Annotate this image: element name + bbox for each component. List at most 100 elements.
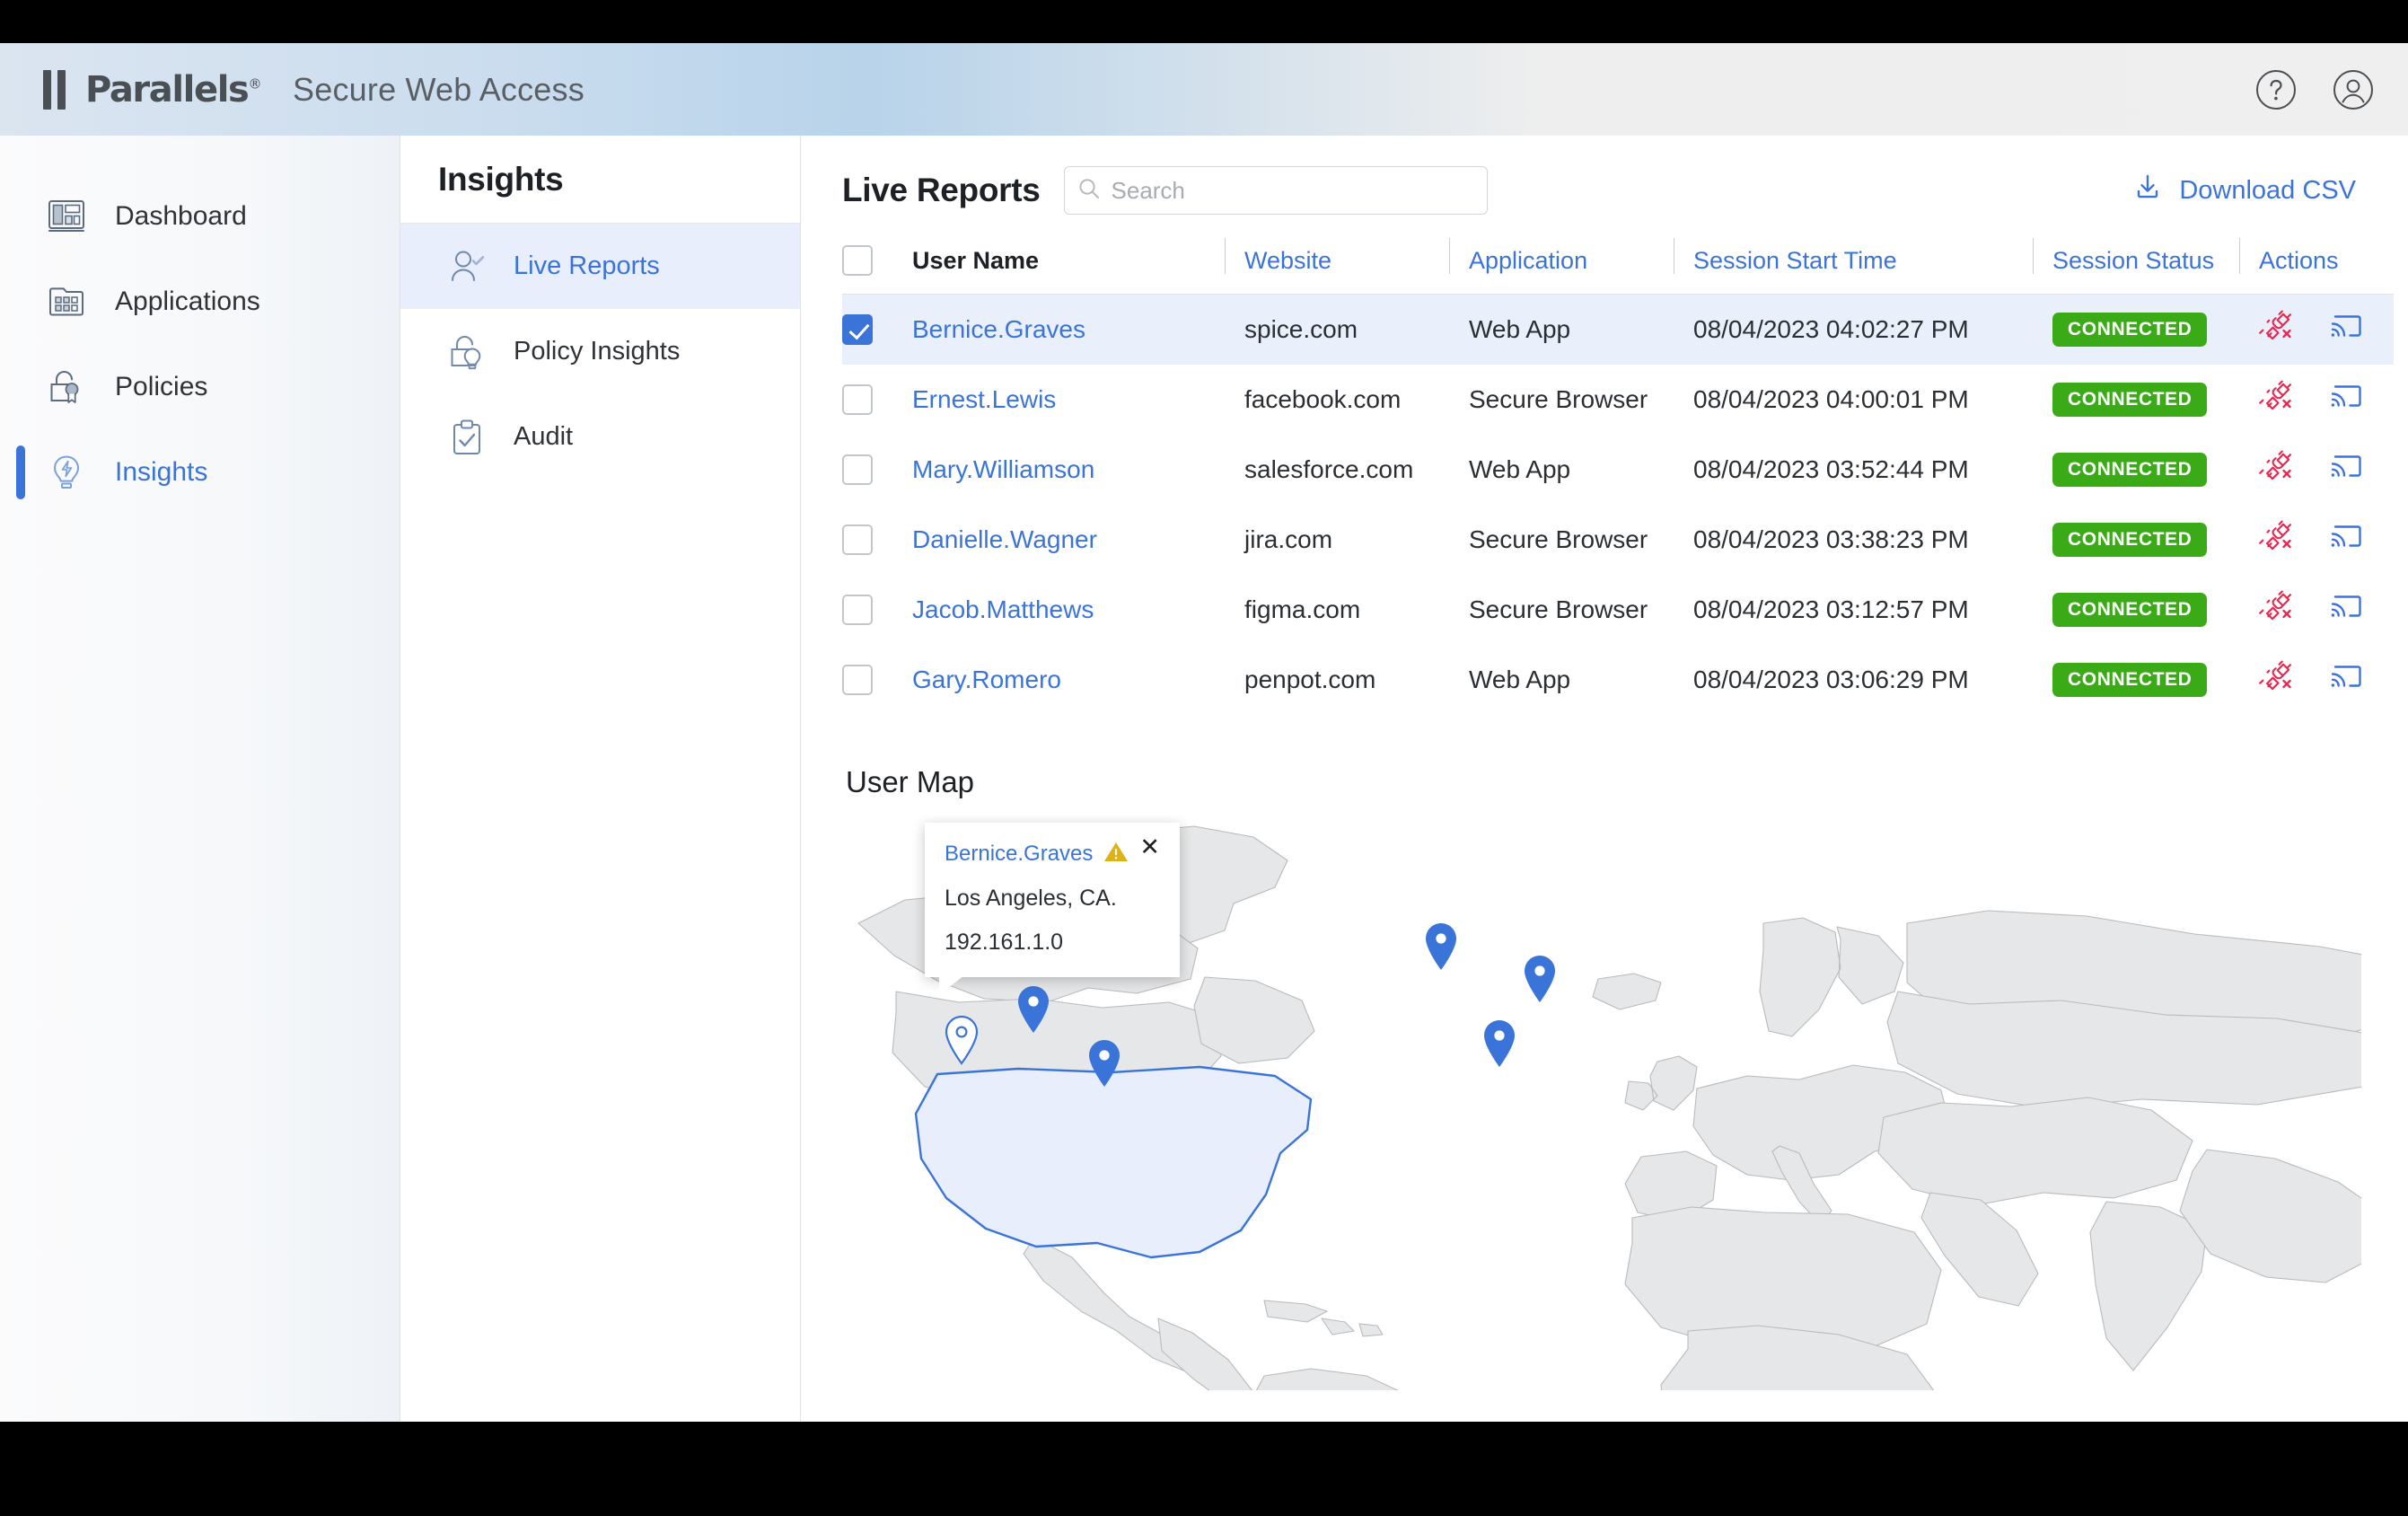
disconnect-plug-icon[interactable] — [2259, 659, 2295, 700]
disconnect-plug-icon[interactable] — [2259, 309, 2295, 349]
row-checkbox-cell — [842, 505, 912, 575]
search-box[interactable] — [1063, 166, 1488, 215]
column-session-status[interactable]: Session Status — [2033, 225, 2259, 295]
table-row[interactable]: Gary.Romero penpot.com Web App 08/04/202… — [842, 645, 2394, 715]
pin-uk[interactable] — [1422, 921, 1460, 972]
row-checkbox[interactable] — [842, 524, 873, 555]
cell-actions — [2259, 505, 2394, 575]
table-row[interactable]: Ernest.Lewis facebook.com Secure Browser… — [842, 365, 2394, 435]
pin-los-angeles[interactable] — [943, 1015, 980, 1065]
screen-cast-icon[interactable] — [2329, 451, 2363, 488]
screen-cast-icon[interactable] — [2329, 311, 2363, 348]
table-row[interactable]: Bernice.Graves spice.com Web App 08/04/2… — [842, 294, 2394, 365]
main-header: Live Reports Search Download CSV — [842, 136, 2361, 225]
table-header: User Name Website Application Session St… — [842, 225, 2394, 295]
column-website[interactable]: Website — [1225, 225, 1469, 295]
table-row[interactable]: Mary.Williamson salesforce.com Web App 0… — [842, 435, 2394, 505]
map-tooltip[interactable]: Bernice.Graves ✕ Los Angeles, CA. 192.16… — [925, 822, 1180, 995]
disconnect-plug-icon[interactable] — [2259, 449, 2295, 489]
pin-denver[interactable] — [1015, 984, 1052, 1035]
screen-cast-icon[interactable] — [2329, 381, 2363, 418]
row-checkbox[interactable] — [842, 664, 873, 695]
sidebar-item-insights[interactable]: Insights — [0, 429, 400, 515]
cell-session-start-time: 08/04/2023 04:00:01 PM — [1693, 384, 1969, 413]
account-circle-icon[interactable] — [2333, 69, 2374, 110]
dashboard-icon — [43, 193, 90, 240]
user-link[interactable]: Bernice.Graves — [912, 315, 1085, 343]
row-checkbox-cell — [842, 435, 912, 505]
table-row[interactable]: Jacob.Matthews figma.com Secure Browser … — [842, 575, 2394, 645]
map-tooltip-location: Los Angeles, CA. — [945, 885, 1117, 911]
live-reports-table: User Name Website Application Session St… — [842, 225, 2394, 715]
user-link[interactable]: Jacob.Matthews — [912, 595, 1094, 623]
sidebar-item-dashboard[interactable]: Dashboard — [0, 173, 400, 259]
column-actions[interactable]: Actions — [2239, 225, 2394, 295]
help-circle-icon[interactable] — [2255, 69, 2297, 110]
row-checkbox-cell — [842, 645, 912, 715]
top-bar: Parallels® Secure Web Access — [0, 43, 2408, 136]
row-checkbox[interactable] — [842, 383, 873, 415]
user-link[interactable]: Mary.Williamson — [912, 455, 1094, 483]
disconnect-plug-icon[interactable] — [2259, 589, 2295, 630]
cell-actions — [2259, 295, 2394, 365]
row-checkbox-cell — [842, 295, 912, 365]
policies-icon — [43, 364, 90, 410]
map-tooltip-user-link[interactable]: Bernice.Graves — [945, 842, 1093, 867]
table-body: Bernice.Graves spice.com Web App 08/04/2… — [842, 294, 2394, 715]
screen-cast-icon[interactable] — [2329, 521, 2363, 558]
warning-triangle-icon — [1103, 841, 1129, 868]
page-title: Live Reports — [842, 172, 1041, 208]
clipboard-check-icon — [444, 414, 490, 461]
row-checkbox[interactable] — [842, 314, 873, 346]
sidebar-item-label: Audit — [514, 422, 574, 451]
sidebar-item-applications[interactable]: Applications — [0, 259, 400, 344]
row-checkbox-cell — [842, 365, 912, 435]
sidebar-item-audit[interactable]: Audit — [400, 394, 800, 480]
sidebar-item-label: Applications — [115, 286, 260, 316]
cell-website: figma.com — [1244, 595, 1361, 623]
main-content: Live Reports Search Download CSV User Na… — [801, 136, 2408, 1422]
sidebar-item-policy-insights[interactable]: Policy Insights — [400, 309, 800, 394]
cell-website: facebook.com — [1244, 384, 1402, 413]
cell-actions — [2259, 435, 2394, 505]
user-map[interactable]: Bernice.Graves ✕ Los Angeles, CA. 192.16… — [842, 815, 2361, 1390]
user-link[interactable]: Ernest.Lewis — [912, 385, 1056, 413]
close-icon[interactable]: ✕ — [1139, 835, 1160, 859]
column-application[interactable]: Application — [1449, 225, 1693, 295]
status-badge: CONNECTED — [2052, 312, 2208, 347]
row-checkbox[interactable] — [842, 454, 873, 485]
row-checkbox[interactable] — [842, 594, 873, 625]
registered-mark: ® — [248, 75, 261, 93]
sidebar-item-policies[interactable]: Policies — [0, 344, 400, 429]
cell-user-name: Jacob.Matthews — [912, 575, 1244, 645]
cell-application: Web App — [1469, 454, 1571, 483]
screen-cast-icon[interactable] — [2329, 661, 2363, 698]
column-session-start-time[interactable]: Session Start Time — [1674, 225, 2052, 295]
column-select-all — [842, 225, 912, 295]
column-user-name[interactable]: User Name — [912, 225, 1244, 295]
disconnect-plug-icon[interactable] — [2259, 519, 2295, 560]
table-row[interactable]: Danielle.Wagner jira.com Secure Browser … — [842, 505, 2394, 575]
app-title: Secure Web Access — [293, 70, 584, 108]
select-all-checkbox[interactable] — [842, 245, 873, 276]
cell-user-name: Mary.Williamson — [912, 435, 1244, 505]
pin-algeria[interactable] — [1481, 1018, 1518, 1069]
sidebar-item-label: Policy Insights — [514, 337, 681, 366]
download-csv-button[interactable]: Download CSV — [2132, 172, 2361, 209]
cell-user-name: Bernice.Graves — [912, 295, 1244, 365]
cell-session-start-time: 08/04/2023 04:02:27 PM — [1693, 314, 1969, 343]
lock-bulb-icon — [444, 329, 490, 375]
screen-cast-icon[interactable] — [2329, 591, 2363, 628]
pin-atlanta[interactable] — [1085, 1038, 1123, 1089]
user-link[interactable]: Danielle.Wagner — [912, 525, 1097, 553]
disconnect-plug-icon[interactable] — [2259, 379, 2295, 419]
search-input[interactable] — [1111, 176, 1474, 205]
status-badge: CONNECTED — [2052, 522, 2208, 557]
applications-icon — [43, 278, 90, 325]
sidebar-item-live-reports[interactable]: Live Reports — [400, 224, 800, 309]
user-check-icon — [444, 243, 490, 290]
cell-session-status: CONNECTED — [2052, 575, 2259, 645]
user-link[interactable]: Gary.Romero — [912, 665, 1061, 693]
search-icon — [1077, 177, 1101, 205]
pin-austria[interactable] — [1521, 954, 1559, 1004]
